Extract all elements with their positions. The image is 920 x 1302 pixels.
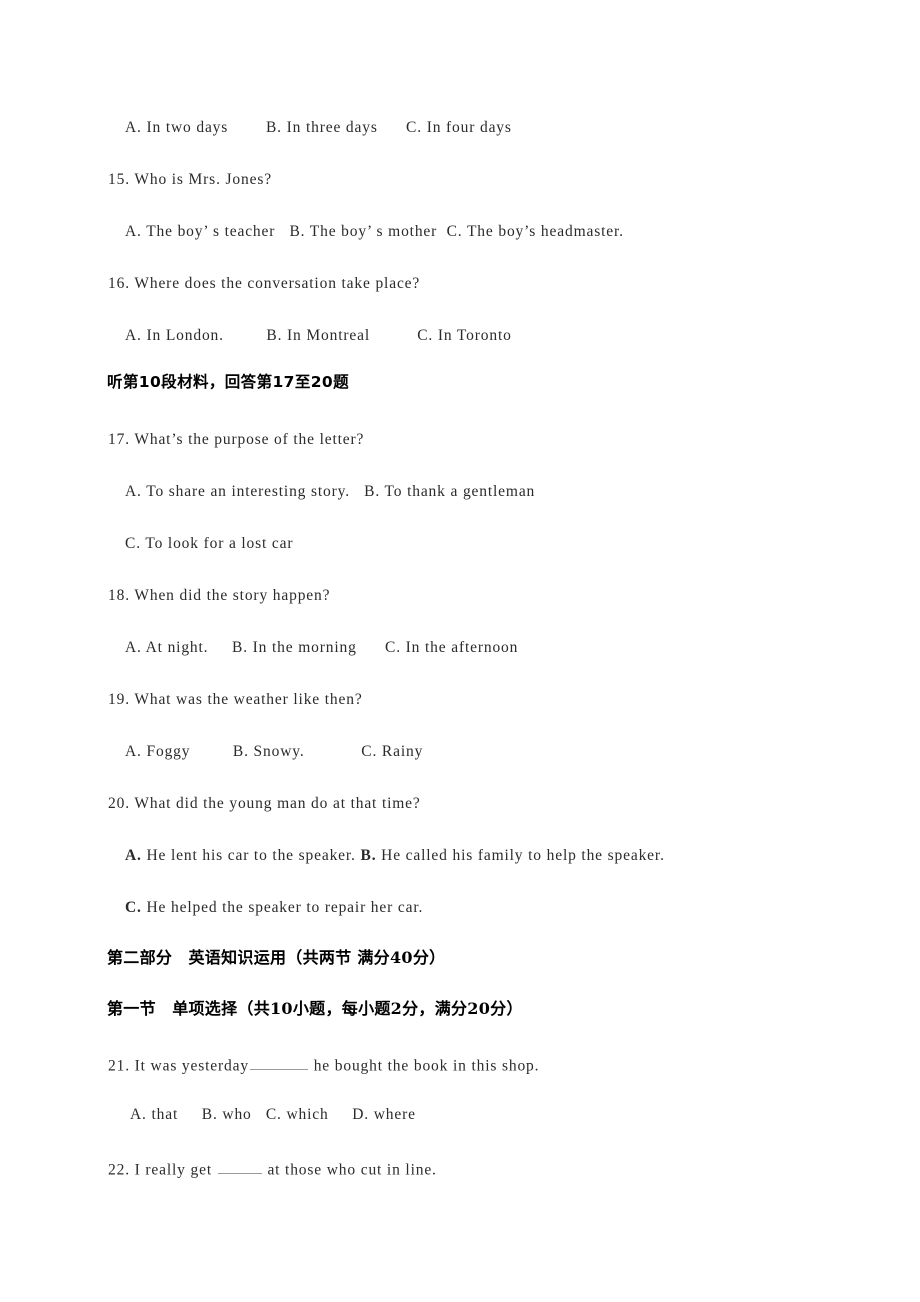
question-15-stem: 15. Who is Mrs. Jones? <box>108 171 272 188</box>
question-16-options: A. In London. B. In Montreal C. In Toron… <box>125 327 512 344</box>
question-18-options: A. At night. B. In the morning C. In the… <box>125 639 519 656</box>
question-17-stem: 17. What’s the purpose of the letter? <box>108 431 365 448</box>
question-20-option-c-text: He helped the speaker to repair her car. <box>141 899 424 916</box>
question-17-options-line-2: C. To look for a lost car <box>125 535 294 552</box>
question-14-options: A. In two days B. In three days C. In fo… <box>125 119 512 136</box>
question-20-option-b-marker: B. <box>360 847 377 864</box>
question-19-options: A. Foggy B. Snowy. C. Rainy <box>125 743 424 760</box>
question-18-stem: 18. When did the story happen? <box>108 587 331 604</box>
question-20-option-a-text: He lent his car to the speaker. <box>141 847 361 864</box>
part-two-heading: 第二部分 英语知识运用（共两节 满分40分） <box>107 948 446 967</box>
question-20-stem: 20. What did the young man do at that ti… <box>108 795 421 812</box>
question-22-stem-after-blank: at those who cut in line. <box>262 1161 437 1179</box>
question-19-stem: 19. What was the weather like then? <box>108 691 363 708</box>
listening-material-heading: 听第10段材料，回答第17至20题 <box>107 373 350 391</box>
question-20-options-line-2: C. He helped the speaker to repair her c… <box>125 900 423 916</box>
question-16-stem: 16. Where does the conversation take pla… <box>108 275 421 292</box>
question-17-options-line-1: A. To share an interesting story. B. To … <box>125 483 536 500</box>
question-22-stem: 22. I really get at those who cut in lin… <box>108 1159 437 1178</box>
question-21-options: A. that B. who C. which D. where <box>130 1106 416 1123</box>
question-20-option-c-marker: C. <box>125 899 142 916</box>
question-15-options: A. The boy’ s teacher B. The boy’ s moth… <box>125 223 624 240</box>
question-20-option-b-text: He called his family to help the speaker… <box>376 847 665 864</box>
exam-paper-page: A. In two days B. In three days C. In fo… <box>0 0 920 1302</box>
question-20-options-line-1: A. He lent his car to the speaker. B. He… <box>125 848 665 864</box>
question-21-stem-before-blank: 21. It was yesterday <box>108 1057 249 1075</box>
question-21-stem: 21. It was yesterday he bought the book … <box>108 1055 539 1074</box>
question-21-stem-after-blank: he bought the book in this shop. <box>308 1057 540 1075</box>
question-22-blank[interactable] <box>217 1159 262 1175</box>
question-20-option-a-marker: A. <box>125 847 142 864</box>
section-one-heading: 第一节 单项选择（共10小题，每小题2分，满分20分） <box>107 999 523 1018</box>
question-21-blank[interactable] <box>249 1055 308 1071</box>
question-22-stem-before-blank: 22. I really get <box>108 1161 217 1179</box>
